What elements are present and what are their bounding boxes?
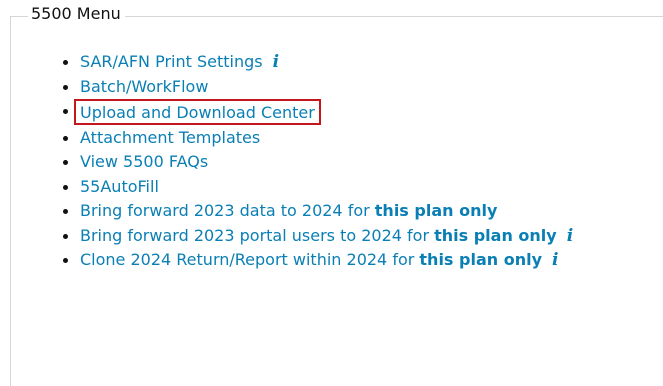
bring-forward-portal-users-label: Bring forward 2023 portal users to 2024 … <box>80 225 435 245</box>
list-item-clone-return-report: Clone 2024 Return/Report within 2024 for… <box>60 248 640 273</box>
info-icon[interactable]: i <box>567 224 573 249</box>
highlight-box: Upload and Download Center <box>74 99 321 125</box>
bring-forward-data-bold: this plan only <box>374 201 498 220</box>
upload-download-center-link[interactable]: Upload and Download Center <box>80 103 315 122</box>
list-item-view-5500-faqs: View 5500 FAQs <box>60 150 640 175</box>
list-item-bring-forward-data: Bring forward 2023 data to 2024 for this… <box>60 199 640 224</box>
batch-workflow-link[interactable]: Batch/WorkFlow <box>80 77 208 96</box>
list-item-55autofill: 55AutoFill <box>60 175 640 200</box>
list-item-bring-forward-portal-users: Bring forward 2023 portal users to 2024 … <box>60 224 640 249</box>
clone-return-report-label: Clone 2024 Return/Report within 2024 for <box>80 250 420 269</box>
view-5500-faqs-link[interactable]: View 5500 FAQs <box>80 152 208 171</box>
bring-forward-data-label: Bring forward 2023 data to 2024 for <box>80 201 375 220</box>
sar-afn-print-settings-link[interactable]: SAR/AFN Print Settings <box>80 52 263 71</box>
list-item-batch-workflow: Batch/WorkFlow <box>60 75 640 100</box>
55autofill-link[interactable]: 55AutoFill <box>80 177 159 196</box>
list-item-attachment-templates: Attachment Templates <box>60 126 640 151</box>
clone-return-report-link[interactable]: Clone 2024 Return/Report within 2024 for… <box>80 250 542 269</box>
info-icon[interactable]: i <box>552 248 558 273</box>
menu-legend: 5500 Menu <box>28 3 125 25</box>
list-item-sar-afn-print-settings: SAR/AFN Print Settings i <box>60 50 640 75</box>
clone-return-report-bold: this plan only <box>419 250 543 269</box>
bring-forward-portal-users-bold: this plan only <box>434 225 557 245</box>
list-item-upload-download-center: Upload and Download Center <box>60 99 640 126</box>
bring-forward-portal-users-link[interactable]: Bring forward 2023 portal users to 2024 … <box>80 226 557 245</box>
bring-forward-data-link[interactable]: Bring forward 2023 data to 2024 for this… <box>80 201 497 220</box>
info-icon[interactable]: i <box>273 50 279 75</box>
attachment-templates-link[interactable]: Attachment Templates <box>80 128 260 147</box>
menu-list: SAR/AFN Print Settings i Batch/WorkFlow U… <box>60 50 640 273</box>
